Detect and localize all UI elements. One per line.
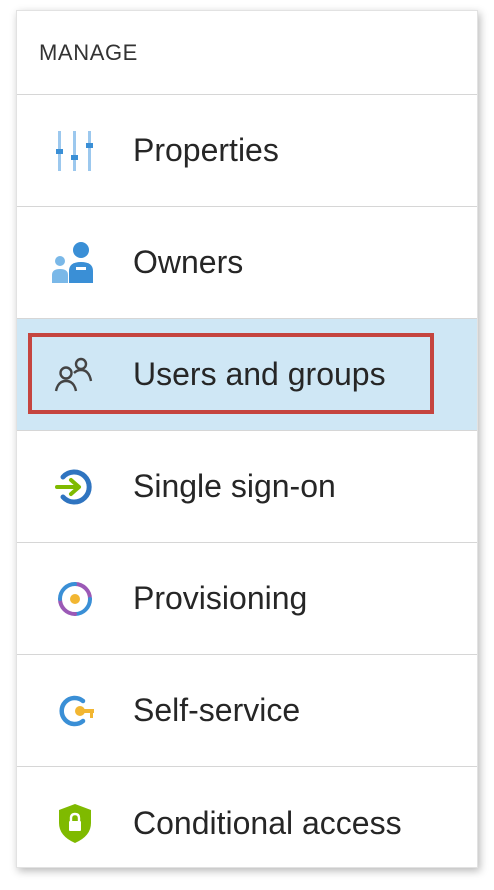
single-sign-on-icon [49,461,101,513]
menu-item-conditional-access[interactable]: Conditional access [17,767,477,879]
provisioning-icon [49,573,101,625]
menu-item-label: Properties [133,132,279,168]
owners-icon [49,237,101,289]
self-service-icon [49,685,101,737]
conditional-access-icon [49,797,101,849]
menu-item-label: Single sign-on [133,468,336,504]
menu-item-label: Conditional access [133,804,402,841]
menu-item-properties[interactable]: Properties [17,95,477,207]
properties-icon [49,125,101,177]
manage-menu: Properties Owners Users and groups Singl… [17,95,477,879]
menu-item-provisioning[interactable]: Provisioning [17,543,477,655]
manage-panel: MANAGE Properties Owners Users and group… [16,10,478,868]
users-groups-icon [49,349,101,401]
menu-item-label: Users and groups [133,356,386,392]
menu-item-label: Owners [133,244,244,280]
section-header-manage: MANAGE [17,11,477,95]
menu-item-users-and-groups[interactable]: Users and groups [17,319,477,431]
menu-item-label: Provisioning [133,580,308,616]
menu-item-single-sign-on[interactable]: Single sign-on [17,431,477,543]
menu-item-label: Self-service [133,692,301,728]
menu-item-self-service[interactable]: Self-service [17,655,477,767]
menu-item-owners[interactable]: Owners [17,207,477,319]
